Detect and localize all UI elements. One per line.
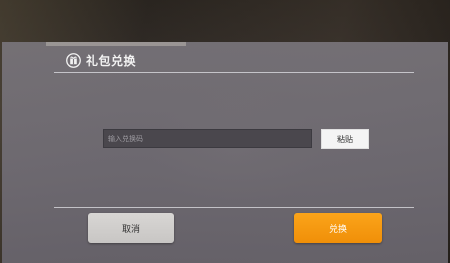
redeem-code-input[interactable] (103, 129, 312, 148)
dialog-title: 礼包兑换 (86, 53, 137, 68)
dialog-header: 礼包兑换 (66, 50, 136, 70)
gift-redeem-dialog: 礼包兑换 粘贴 取消 兑换 (2, 42, 448, 263)
paste-button[interactable]: 粘贴 (321, 129, 369, 149)
dialog-top-accent (46, 42, 186, 46)
gift-badge-icon (66, 52, 81, 68)
header-divider (54, 72, 414, 73)
cancel-button[interactable]: 取消 (88, 213, 174, 243)
footer-divider (54, 207, 414, 208)
redeem-button[interactable]: 兑换 (294, 213, 382, 243)
